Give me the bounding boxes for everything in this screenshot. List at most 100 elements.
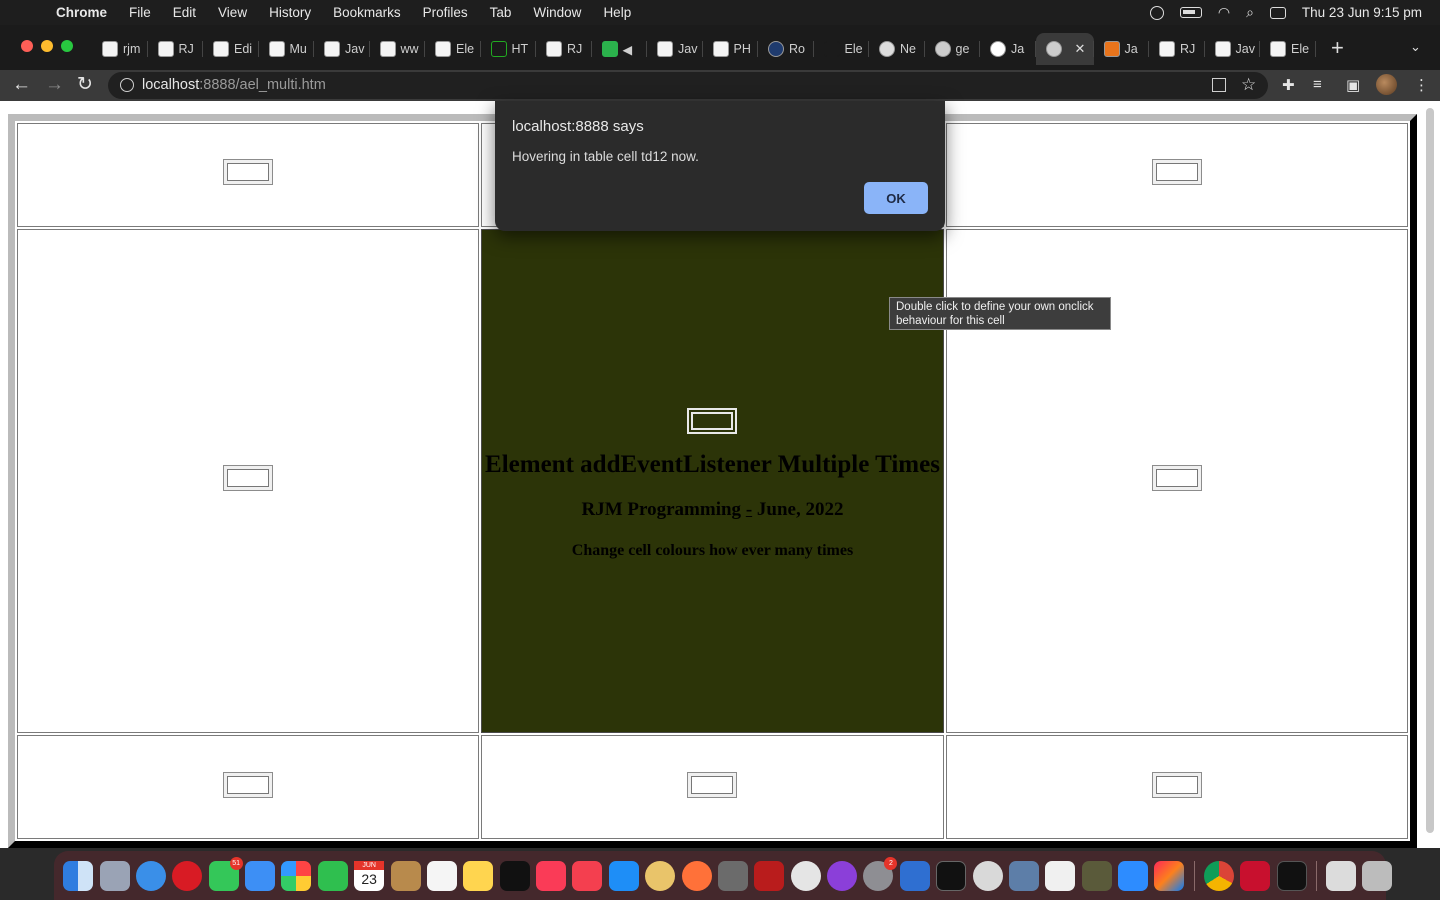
reminders-icon[interactable] [426, 860, 457, 891]
menu-view[interactable]: View [218, 5, 247, 20]
terminal-window-icon[interactable] [1276, 860, 1307, 891]
close-window-button[interactable] [21, 40, 33, 52]
downloads-folder-icon[interactable] [1325, 860, 1356, 891]
audio-playing-icon[interactable]: ◀ [623, 42, 633, 57]
cell-td11[interactable] [17, 123, 480, 227]
launchpad-icon[interactable] [99, 860, 130, 891]
trash-icon[interactable] [1362, 860, 1393, 891]
intellij-icon[interactable] [1154, 860, 1185, 891]
photos-icon[interactable] [281, 860, 312, 891]
menu-clock[interactable]: Thu 23 Jun 9:15 pm [1302, 5, 1422, 20]
menu-profiles[interactable]: Profiles [423, 5, 468, 20]
control-center-icon[interactable] [1269, 6, 1286, 19]
tab-active[interactable]: ✕ [1035, 33, 1094, 65]
media-controls-icon[interactable]: ≡ [1313, 76, 1322, 93]
tab-search-chevron-icon[interactable]: ⌄ [1410, 39, 1421, 55]
cell-input[interactable] [1151, 771, 1202, 798]
zoom-icon[interactable] [1118, 860, 1149, 891]
paint-palette-icon[interactable] [645, 860, 676, 891]
extensions-puzzle-icon[interactable]: ✚ [1282, 76, 1295, 94]
tab-13[interactable]: Ro [758, 33, 814, 65]
podcasts-icon[interactable] [827, 860, 858, 891]
menu-help[interactable]: Help [603, 5, 631, 20]
url-text[interactable]: localhost:8888/ael_multi.htm [142, 77, 326, 93]
chrome-icon[interactable] [1203, 860, 1234, 891]
calendar-icon[interactable]: JUN 23 [354, 860, 385, 891]
tab-17[interactable]: Ja [980, 33, 1036, 65]
gimp-icon[interactable] [1081, 860, 1112, 891]
cell-input[interactable] [223, 771, 274, 798]
cell-td13[interactable] [945, 123, 1408, 227]
menu-app-name[interactable]: Chrome [56, 5, 107, 20]
messages-icon[interactable]: 51 [208, 856, 243, 891]
tab-6[interactable]: ww [370, 33, 426, 65]
battery-icon[interactable] [1179, 7, 1202, 18]
tab-4[interactable]: Mu [259, 33, 315, 65]
tab-2[interactable]: RJ [148, 33, 204, 65]
cell-input[interactable] [687, 771, 738, 798]
system-preferences-icon[interactable]: 2 [863, 856, 898, 891]
cell-input[interactable] [1151, 465, 1202, 492]
cell-td22-center[interactable]: Element addEventListener Multiple Times … [481, 228, 944, 734]
terminal-icon[interactable] [936, 860, 967, 891]
cell-td31[interactable] [17, 735, 480, 839]
cell-td21[interactable] [17, 228, 480, 734]
tab-19[interactable]: Ja [1094, 33, 1150, 65]
side-panel-icon[interactable]: ▣ [1346, 76, 1360, 94]
menu-file[interactable]: File [129, 5, 151, 20]
site-info-icon[interactable] [120, 78, 134, 92]
menu-edit[interactable]: Edit [173, 5, 196, 20]
bookmark-star-icon[interactable]: ☆ [1241, 75, 1256, 95]
menu-window[interactable]: Window [533, 5, 581, 20]
mail-icon[interactable] [245, 860, 276, 891]
tab-7[interactable]: Ele [425, 33, 481, 65]
menu-tab[interactable]: Tab [490, 5, 512, 20]
tab-1[interactable]: rjm [92, 33, 148, 65]
contacts-icon[interactable] [390, 860, 421, 891]
apple-tv-icon[interactable] [499, 860, 530, 891]
forward-arrow-icon[interactable]: → [45, 75, 64, 95]
tab-11[interactable]: Jav [647, 33, 703, 65]
profile-avatar[interactable] [1376, 74, 1397, 95]
news-icon[interactable] [572, 860, 603, 891]
reload-icon[interactable]: ↻ [77, 75, 93, 95]
back-arrow-icon[interactable]: ← [12, 75, 31, 95]
cell-input[interactable] [223, 159, 274, 186]
tab-8[interactable]: HT [481, 33, 537, 65]
calculator-icon[interactable] [717, 860, 748, 891]
menu-bookmarks[interactable]: Bookmarks [333, 5, 401, 20]
document-icon[interactable] [1045, 860, 1076, 891]
more-menu-icon[interactable]: ⋮ [1414, 76, 1429, 94]
close-tab-icon[interactable]: ✕ [1075, 41, 1086, 57]
share-icon[interactable] [1212, 78, 1226, 92]
notes-icon[interactable] [463, 860, 494, 891]
cell-td32[interactable] [481, 735, 944, 839]
minimize-window-button[interactable] [41, 40, 53, 52]
xcode-icon[interactable] [899, 860, 930, 891]
filezilla-icon[interactable] [754, 860, 785, 891]
tab-20[interactable]: RJ [1149, 33, 1205, 65]
elephant-app-icon[interactable] [972, 860, 1003, 891]
tab-12[interactable]: PH [703, 33, 759, 65]
safari-icon[interactable] [135, 860, 166, 891]
zoom-window-button[interactable] [61, 40, 73, 52]
menu-history[interactable]: History [269, 5, 311, 20]
alert-ok-button[interactable]: OK [864, 182, 928, 214]
tab-3[interactable]: Edi [203, 33, 259, 65]
opera-icon[interactable] [172, 860, 203, 891]
finder-icon[interactable] [63, 860, 94, 891]
acrobat-icon[interactable] [1240, 860, 1271, 891]
tab-22[interactable]: Ele [1260, 33, 1316, 65]
tab-15[interactable]: Ne [869, 33, 925, 65]
screen-record-icon[interactable] [1149, 5, 1164, 20]
tab-5[interactable]: Jav [314, 33, 370, 65]
tab-14[interactable]: Ele [814, 33, 870, 65]
app-store-icon[interactable] [608, 860, 639, 891]
wifi-icon[interactable]: ◠ [1218, 4, 1230, 21]
firefox-icon[interactable] [681, 860, 712, 891]
preview-icon[interactable] [1008, 860, 1039, 891]
tab-9[interactable]: RJ [536, 33, 592, 65]
tab-16[interactable]: ge [925, 33, 981, 65]
new-tab-button[interactable]: + [1331, 37, 1344, 59]
cell-input[interactable] [1151, 159, 1202, 186]
